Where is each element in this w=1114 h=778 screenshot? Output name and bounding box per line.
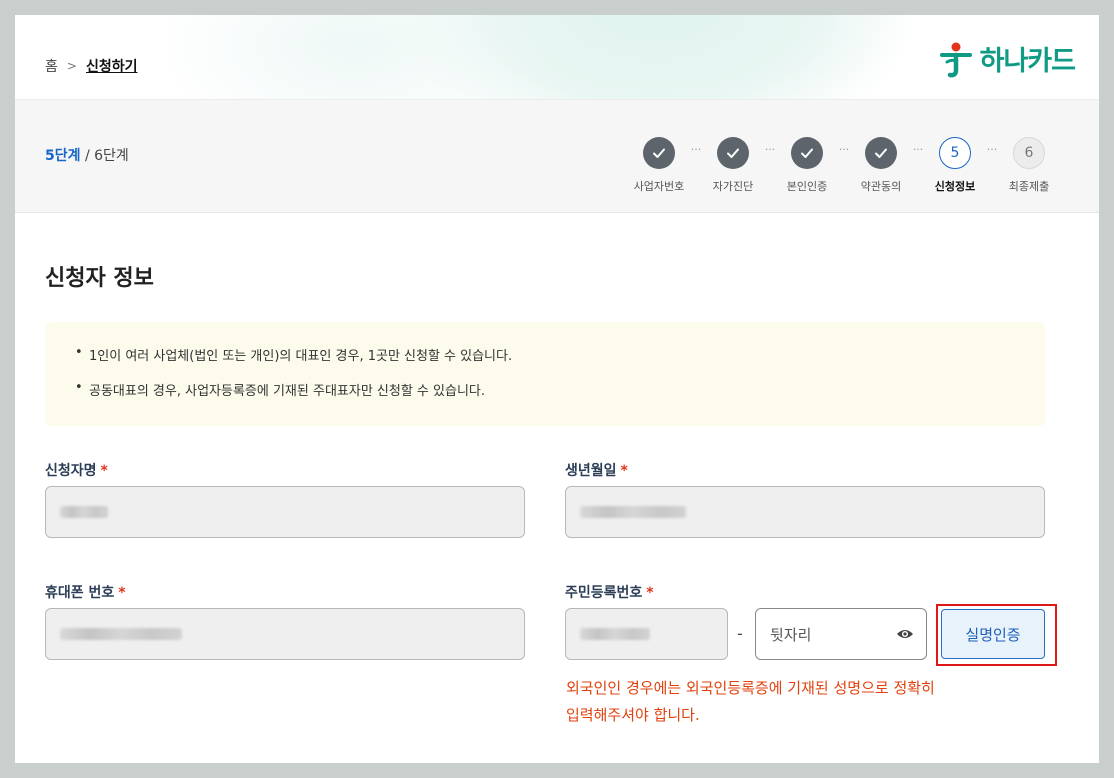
hana-card-logo[interactable]: 하나카드	[938, 39, 1076, 78]
step-separator: ···	[690, 143, 702, 156]
breadcrumb-current[interactable]: 신청하기	[86, 56, 138, 76]
step-5: 5 신청정보	[925, 137, 985, 194]
foreigner-warning: 외국인인 경우에는 외국인등록증에 기재된 성명으로 정확히 입력해주셔야 합니…	[566, 675, 935, 729]
step-6-label: 최종제출	[1008, 180, 1050, 193]
step-count: 5단계 / 6단계	[45, 145, 129, 165]
step-2: 자가진단	[703, 137, 763, 194]
warning-line-2: 입력해주셔야 합니다.	[566, 706, 700, 724]
check-icon	[791, 137, 823, 169]
rrn-front-field[interactable]	[565, 608, 728, 660]
chevron-right-icon: >	[66, 59, 77, 73]
rrn-back-placeholder: 뒷자리	[770, 625, 812, 644]
required-mark: *	[118, 585, 126, 601]
rrn-back-field[interactable]: 뒷자리	[755, 608, 927, 660]
step-6-number: 6	[1013, 137, 1045, 169]
step-separator: ···	[986, 143, 998, 156]
required-mark: *	[620, 463, 628, 479]
warning-line-1: 외국인인 경우에는 외국인등록증에 기재된 성명으로 정확히	[566, 679, 935, 697]
step-indicator: 사업자번호 ··· 자가진단 ··· 본인인증 ··· 약관동의 ··· 5 신…	[629, 137, 1059, 194]
rrn-label: 주민등록번호 *	[565, 582, 654, 602]
step-5-label: 신청정보	[934, 180, 976, 193]
check-icon	[865, 137, 897, 169]
required-mark: *	[100, 463, 108, 479]
step-separator: ···	[912, 143, 924, 156]
progress-bar: 5단계 / 6단계 사업자번호 ··· 자가진단 ··· 본인인증 ··· 약관…	[15, 99, 1099, 213]
birth-label: 생년월일 *	[565, 460, 628, 480]
notice-item: 1인이 여러 사업체(법인 또는 개인)의 대표인 경우, 1곳만 신청할 수 …	[75, 345, 1015, 364]
notice-box: 1인이 여러 사업체(법인 또는 개인)의 대표인 경우, 1곳만 신청할 수 …	[45, 322, 1045, 426]
required-mark: *	[646, 585, 654, 601]
step-3-label: 본인인증	[786, 180, 828, 193]
masked-value	[580, 506, 686, 518]
masked-value	[580, 628, 650, 640]
step-1-label: 사업자번호	[633, 180, 685, 193]
section-title: 신청자 정보	[45, 266, 154, 291]
hana-logo-icon	[939, 42, 972, 77]
breadcrumb-home[interactable]: 홈	[45, 56, 58, 76]
step-6: 6 최종제출	[999, 137, 1059, 194]
notice-item: 공동대표의 경우, 사업자등록증에 기재된 주대표자만 신청할 수 있습니다.	[75, 380, 1015, 399]
step-2-label: 자가진단	[712, 180, 754, 193]
logo-text: 하나카드	[979, 46, 1076, 77]
name-label: 신청자명 *	[45, 460, 108, 480]
name-field[interactable]	[45, 486, 525, 538]
masked-value	[60, 628, 182, 640]
check-icon	[717, 137, 749, 169]
step-1: 사업자번호	[629, 137, 689, 194]
birth-label-text: 생년월일	[565, 463, 617, 479]
breadcrumb: 홈 > 신청하기	[45, 56, 137, 76]
application-page: 홈 > 신청하기 하나카드 5단계 / 6단계 사업자번호 ··· 자가진단 ·…	[15, 15, 1099, 763]
birth-field[interactable]	[565, 486, 1045, 538]
verify-name-button[interactable]: 실명인증	[941, 609, 1045, 659]
page-header: 홈 > 신청하기 하나카드	[15, 15, 1099, 99]
phone-field[interactable]	[45, 608, 525, 660]
step-4: 약관동의	[851, 137, 911, 194]
step-separator: ···	[764, 143, 776, 156]
masked-value	[60, 506, 108, 518]
phone-label-text: 휴대폰 번호	[45, 585, 115, 601]
step-5-number: 5	[939, 137, 971, 169]
eye-icon[interactable]	[896, 628, 914, 640]
current-step: 5단계	[45, 148, 81, 164]
step-separator: ···	[838, 143, 850, 156]
phone-label: 휴대폰 번호 *	[45, 582, 126, 602]
rrn-separator: -	[737, 624, 743, 643]
check-icon	[643, 137, 675, 169]
step-4-label: 약관동의	[860, 180, 902, 193]
total-steps: / 6단계	[80, 148, 129, 164]
step-3: 본인인증	[777, 137, 837, 194]
rrn-label-text: 주민등록번호	[565, 585, 643, 601]
name-label-text: 신청자명	[45, 463, 97, 479]
